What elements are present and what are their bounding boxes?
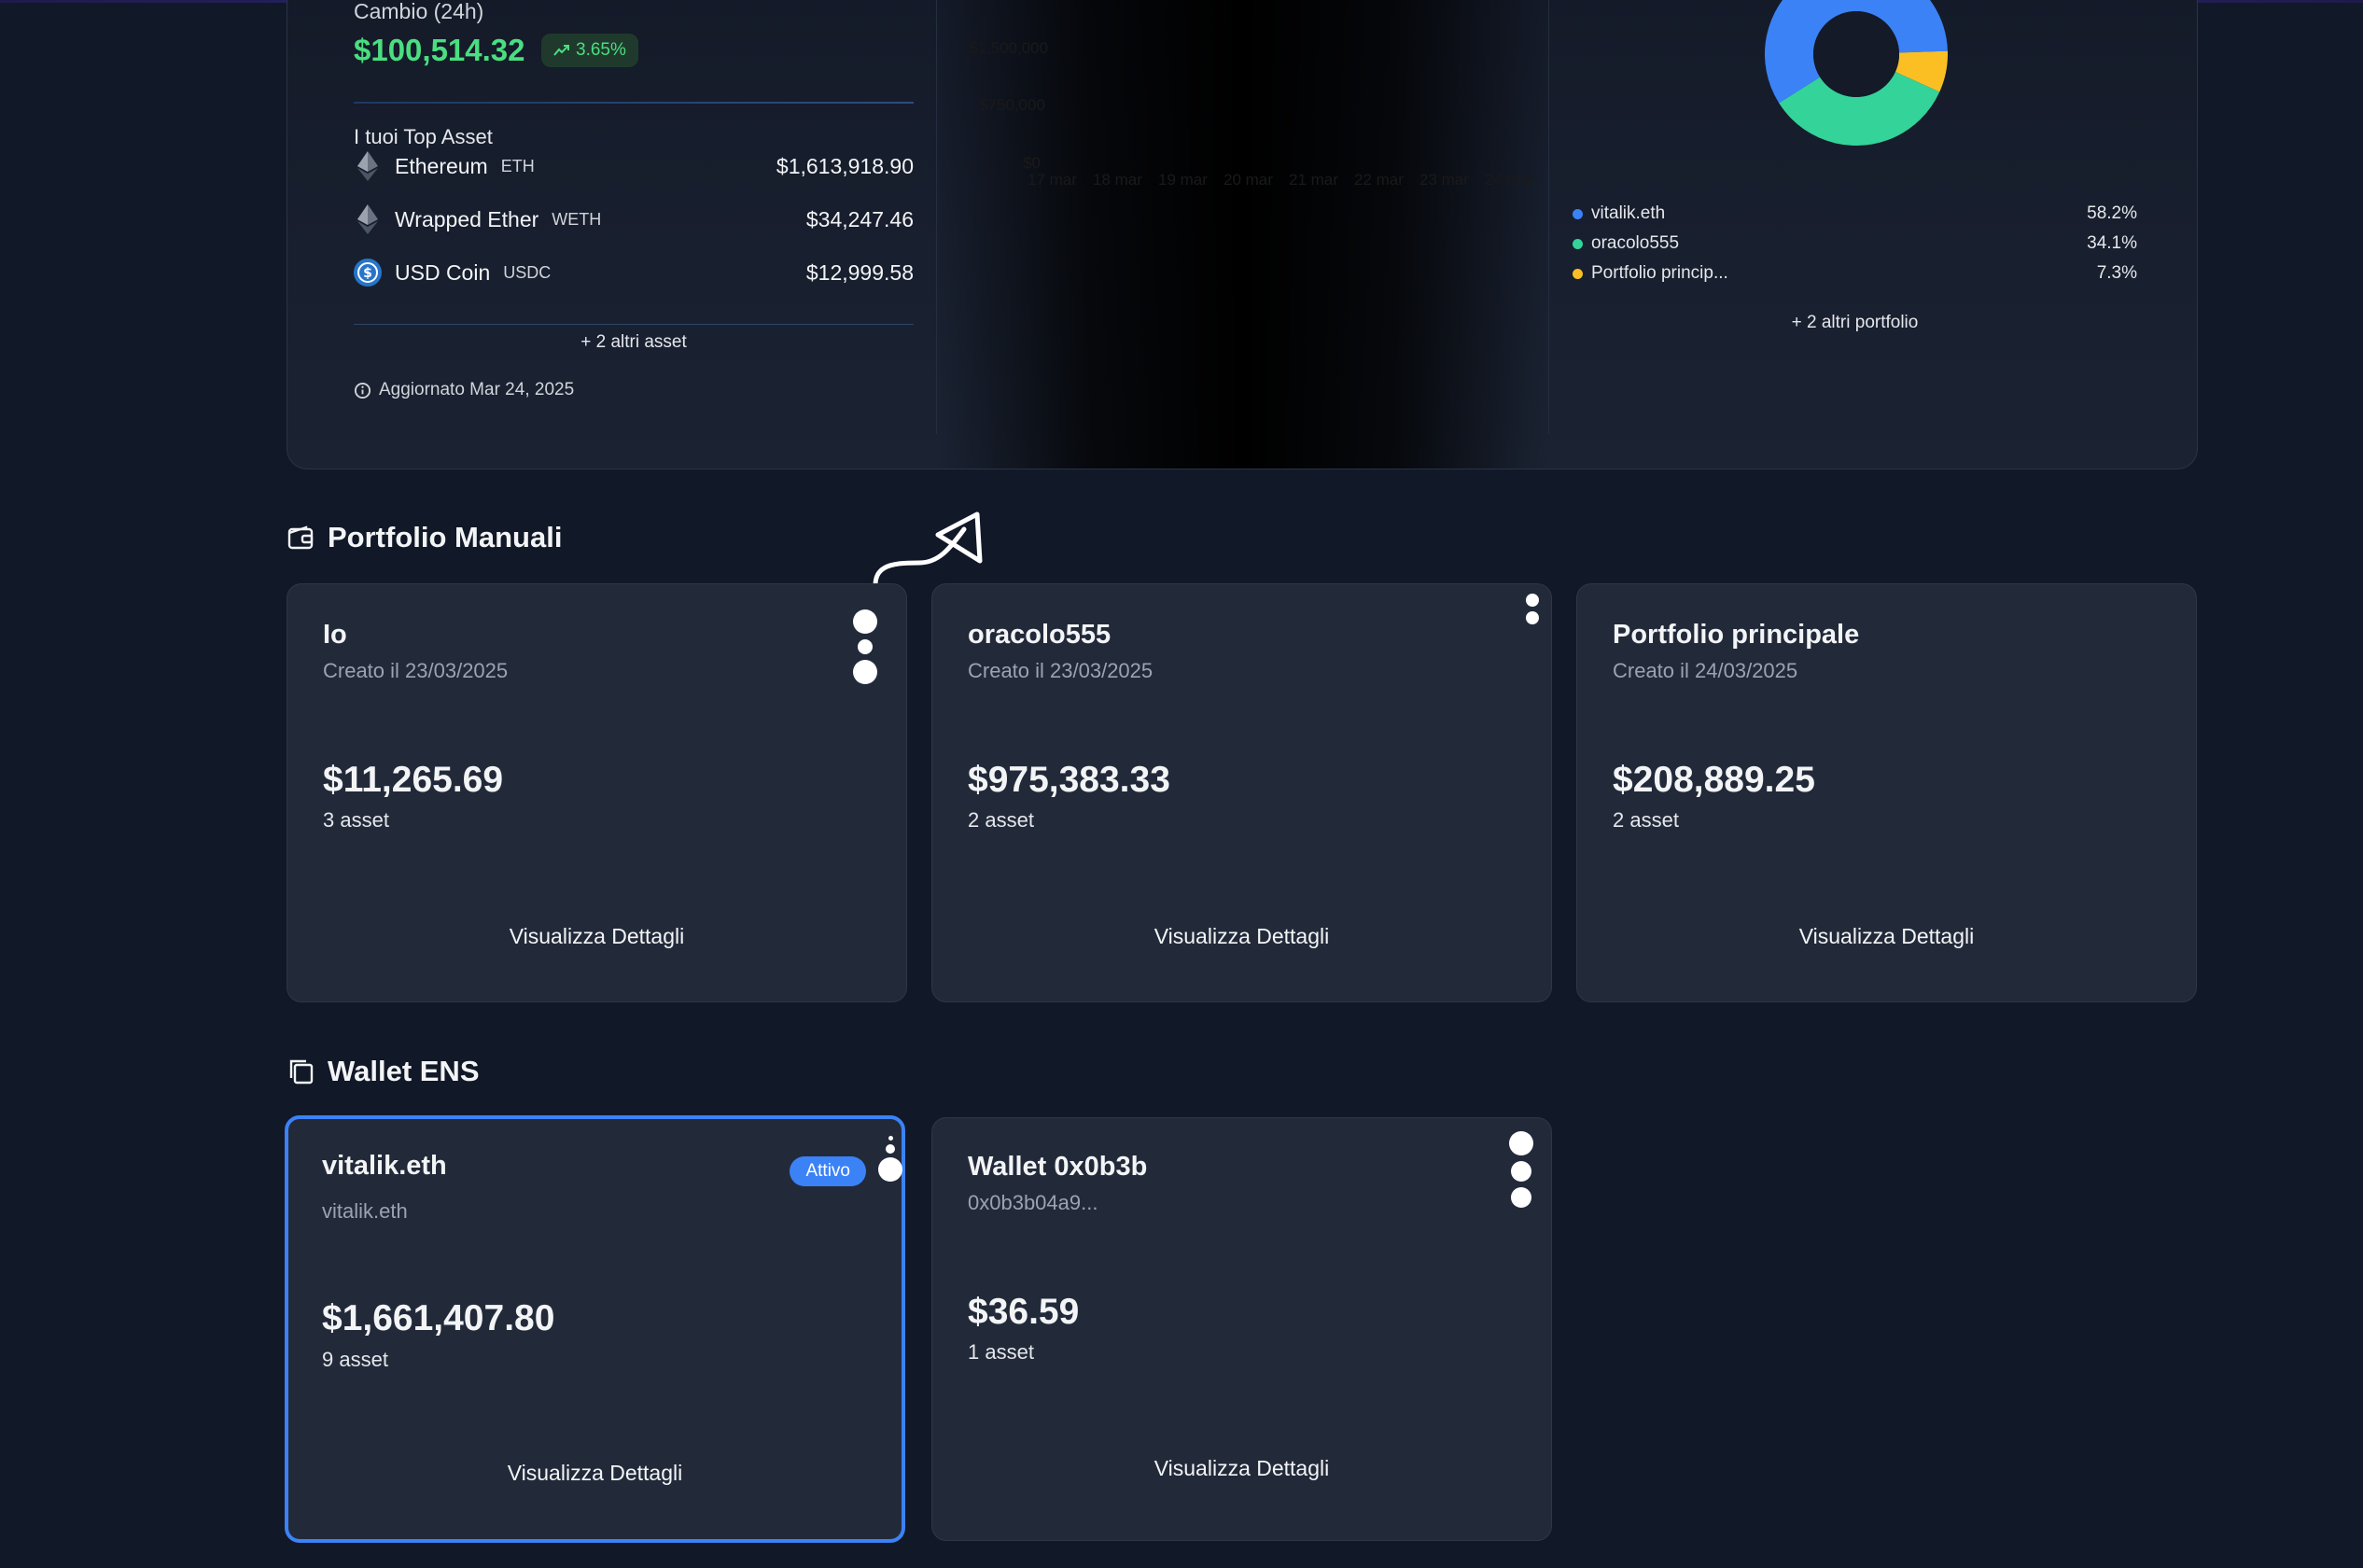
wallet-address: vitalik.eth [322, 1199, 408, 1223]
ethereum-icon [354, 151, 382, 181]
top-asset-row: $ USD Coin USDC $12,999.58 [354, 254, 914, 291]
wallet-card[interactable]: Wallet 0x0b3b 0x0b3b04a9... $36.59 1 ass… [931, 1117, 1552, 1541]
asset-name: Ethereum [395, 153, 488, 178]
asset-value: $12,999.58 [805, 259, 914, 285]
legend-dot [1573, 238, 1583, 249]
legend-item: vitalik.eth 58.2% [1573, 201, 2137, 227]
card-asset-count: 9 asset [322, 1348, 388, 1371]
wallet-address: 0x0b3b04a9... [968, 1191, 1098, 1214]
portfolio-card[interactable]: oracolo555 Creato il 23/03/2025 $975,383… [931, 583, 1552, 1002]
card-created: Creato il 23/03/2025 [323, 659, 509, 682]
card-value: $975,383.33 [968, 760, 1170, 800]
asset-name: Wrapped Ether [395, 206, 539, 231]
card-created: Creato il 24/03/2025 [1613, 659, 1798, 682]
section-title: Wallet ENS [328, 1055, 480, 1087]
info-icon [354, 382, 371, 399]
copy-wallet-icon [289, 1059, 314, 1085]
view-details-link[interactable]: Visualizza Dettagli [932, 924, 1551, 949]
last-updated: Aggiornato Mar 24, 2025 [354, 380, 574, 400]
more-portfolios-link[interactable]: + 2 altri portfolio [1573, 313, 2137, 333]
legend-pct: 7.3% [2096, 263, 2137, 283]
asset-symbol: ETH [500, 156, 535, 175]
view-details-link[interactable]: Visualizza Dettagli [287, 924, 906, 949]
top-asset-row: Ethereum ETH $1,613,918.90 [354, 147, 914, 185]
card-name: Wallet 0x0b3b [968, 1152, 1148, 1182]
trending-up-icon [553, 45, 569, 56]
x-tick: 23 mar [1419, 171, 1469, 189]
change-value: $100,514.32 [354, 33, 525, 67]
asset-symbol: WETH [552, 209, 602, 229]
y-tick: $750,000 [979, 96, 1045, 114]
card-asset-count: 2 asset [968, 808, 1034, 832]
card-name: oracolo555 [968, 620, 1112, 650]
portfolio-card[interactable]: Io Creato il 23/03/2025 $11,265.69 3 ass… [287, 583, 907, 1002]
x-tick: 21 mar [1289, 171, 1338, 189]
legend-dot [1573, 268, 1583, 279]
change-badge: 3.65% [541, 34, 638, 67]
more-options-icon[interactable] [1509, 1131, 1533, 1208]
wallet-card[interactable]: vitalik.eth vitalik.eth Attivo $1,661,40… [285, 1115, 905, 1543]
legend-dot [1573, 208, 1583, 219]
change-pct: 3.65% [576, 40, 626, 60]
card-created: Creato il 23/03/2025 [968, 659, 1154, 682]
legend-name: oracolo555 [1591, 233, 1680, 253]
asset-name: USD Coin [395, 259, 491, 285]
asset-value: $1,613,918.90 [776, 153, 914, 178]
active-badge: Attivo [790, 1156, 866, 1186]
portfolio-value-chart-obscured: $1,500,000 $750,000 $0 17 mar 18 mar 19 … [936, 0, 1549, 469]
x-tick: 17 mar [1028, 171, 1077, 189]
x-tick: 22 mar [1354, 171, 1404, 189]
last-updated-text: Aggiornato Mar 24, 2025 [379, 380, 575, 399]
column-divider [1548, 0, 1549, 434]
view-details-link[interactable]: Visualizza Dettagli [932, 1456, 1551, 1481]
more-options-icon[interactable] [1526, 594, 1539, 624]
asset-symbol: USDC [503, 262, 552, 282]
legend-item: oracolo555 34.1% [1573, 231, 2137, 257]
view-details-link[interactable]: Visualizza Dettagli [288, 1461, 902, 1486]
legend-pct: 34.1% [2087, 233, 2137, 253]
card-asset-count: 1 asset [968, 1340, 1034, 1364]
card-name: vitalik.eth [322, 1151, 447, 1181]
x-tick: 19 mar [1158, 171, 1208, 189]
card-name: Io [323, 620, 347, 650]
portfolio-card[interactable]: Portfolio principale Creato il 24/03/202… [1576, 583, 2197, 1002]
card-value: $36.59 [968, 1292, 1080, 1332]
card-asset-count: 3 asset [323, 808, 389, 832]
divider [354, 324, 914, 325]
change-label: Cambio (24h) [354, 0, 484, 23]
donut-hole [1813, 11, 1899, 97]
legend-pct: 58.2% [2087, 203, 2137, 223]
legend-name: vitalik.eth [1591, 203, 1666, 223]
legend-name: Portfolio princip... [1591, 263, 1728, 283]
y-tick: $0 [1023, 154, 1041, 172]
svg-text:$: $ [363, 266, 372, 281]
view-details-link[interactable]: Visualizza Dettagli [1577, 924, 2196, 949]
card-value: $1,661,407.80 [322, 1298, 555, 1338]
top-asset-row: Wrapped Ether WETH $34,247.46 [354, 201, 914, 238]
portfolio-summary-panel: Cambio (24h) $100,514.32 3.65% I tuoi To… [287, 0, 2198, 469]
portfolio-distribution-donut [1765, 0, 1948, 146]
top-assets-title: I tuoi Top Asset [354, 125, 493, 148]
asset-value: $34,247.46 [805, 206, 914, 231]
card-asset-count: 2 asset [1613, 808, 1679, 832]
x-tick: 20 mar [1223, 171, 1273, 189]
y-tick: $1,500,000 [969, 39, 1049, 57]
section-title: Portfolio Manuali [328, 521, 563, 553]
weth-icon [354, 204, 382, 234]
wallet-icon [287, 525, 314, 550]
ens-wallets-header: Wallet ENS [287, 1055, 480, 1088]
divider [354, 102, 914, 104]
more-options-icon[interactable] [878, 1136, 902, 1182]
card-value: $11,265.69 [323, 760, 504, 800]
card-name: Portfolio principale [1613, 620, 1860, 650]
manual-portfolios-header: Portfolio Manuali [287, 521, 562, 554]
usdc-icon: $ [354, 259, 382, 287]
more-options-icon[interactable] [853, 609, 877, 684]
legend-item: Portfolio princip... 7.3% [1573, 260, 2137, 287]
x-tick: 24 mar [1485, 171, 1534, 189]
x-tick: 18 mar [1093, 171, 1142, 189]
card-value: $208,889.25 [1613, 760, 1815, 800]
more-assets-link[interactable]: + 2 altri asset [354, 332, 914, 353]
